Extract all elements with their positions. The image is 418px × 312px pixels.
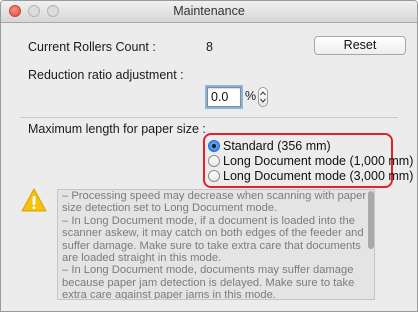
warning-icon	[21, 188, 47, 212]
rollers-count-value: 8	[206, 40, 213, 54]
radio-button[interactable]	[208, 155, 220, 167]
title-bar: Maintenance	[1, 1, 417, 23]
window-title: Maintenance	[173, 4, 245, 18]
scrollbar-thumb[interactable]	[368, 191, 374, 249]
paper-size-label: Maximum length for paper size :	[28, 122, 206, 136]
stepper-arrows-icon	[260, 91, 266, 103]
reduction-ratio-input[interactable]: 0.0	[205, 85, 243, 109]
radio-long-1000[interactable]: Long Document mode (1,000 mm)	[208, 153, 413, 169]
rollers-count-label: Current Rollers Count :	[28, 40, 156, 54]
percent-unit-label: %	[245, 89, 257, 103]
maintenance-window: Maintenance Current Rollers Count : 8 Re…	[0, 0, 418, 312]
radio-label-standard: Standard (356 mm)	[223, 139, 331, 153]
notes-text: – Processing speed may decrease when sca…	[62, 190, 368, 300]
note-line: – In Long Document mode, documents may s…	[62, 264, 355, 300]
radio-standard[interactable]: Standard (356 mm)	[208, 138, 331, 154]
reset-button[interactable]: Reset	[314, 36, 406, 55]
radio-long-3000[interactable]: Long Document mode (3,000 mm)	[208, 168, 413, 184]
notes-textarea[interactable]: – Processing speed may decrease when sca…	[57, 189, 375, 300]
section-divider	[20, 117, 398, 118]
radio-label-long-1000: Long Document mode (1,000 mm)	[223, 154, 414, 168]
reduction-ratio-stepper[interactable]	[258, 87, 268, 107]
radio-button[interactable]	[208, 170, 220, 182]
radio-button-selected[interactable]	[208, 140, 220, 152]
radio-label-long-3000: Long Document mode (3,000 mm)	[223, 169, 414, 183]
note-line: – In Long Document mode, if a document i…	[62, 214, 364, 265]
note-line: – Processing speed may decrease when sca…	[62, 190, 367, 215]
reduction-ratio-label: Reduction ratio adjustment :	[28, 68, 184, 82]
notes-scrollbar[interactable]	[367, 189, 375, 300]
